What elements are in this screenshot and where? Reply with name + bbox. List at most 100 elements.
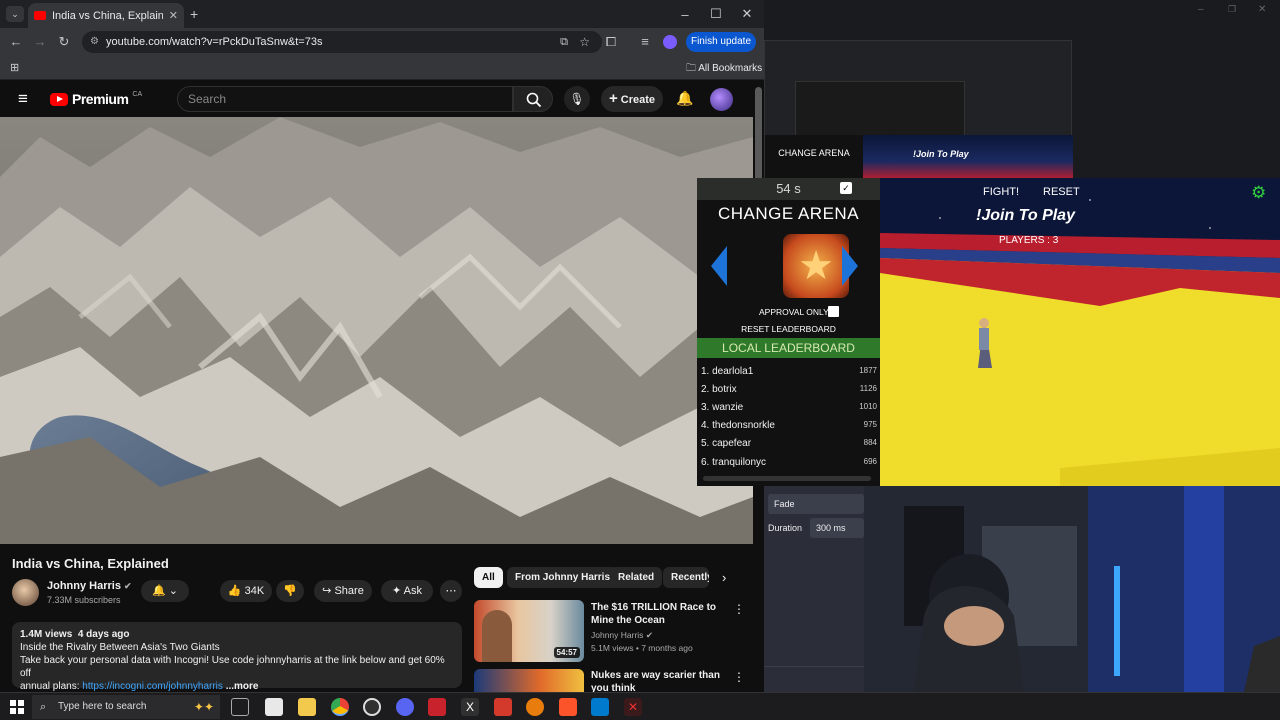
- chip-all[interactable]: All: [474, 567, 503, 588]
- windows-start-icon[interactable]: [10, 700, 24, 714]
- lb-name: 2. botrix: [701, 384, 737, 395]
- finish-update-button[interactable]: Finish update ⋮: [686, 32, 756, 67]
- chrome-icon[interactable]: [331, 698, 349, 716]
- rec-title[interactable]: Nukes are way scarier than you think: [591, 669, 731, 692]
- notifications-bell-icon[interactable]: 🔔: [676, 90, 693, 107]
- chip-related[interactable]: Related: [610, 567, 663, 588]
- install-icon[interactable]: ⧉: [560, 31, 568, 53]
- duration-input[interactable]: 300 ms: [810, 518, 864, 538]
- settings-gear-icon[interactable]: ⚙: [1251, 183, 1266, 203]
- voice-search-button[interactable]: 🎙: [564, 86, 590, 112]
- vscode-icon[interactable]: [591, 698, 609, 716]
- file-explorer-icon[interactable]: [298, 698, 316, 716]
- game-arena-scene: [880, 178, 1280, 486]
- like-count: 34K: [244, 585, 265, 597]
- forward-icon[interactable]: →: [31, 34, 49, 50]
- ask-button[interactable]: ✦ Ask: [381, 580, 433, 602]
- reload-icon[interactable]: ↻: [55, 34, 73, 50]
- address-bar[interactable]: ⚙ youtube.com/watch?v=rPckDuTaSnw&t=73s …: [82, 31, 602, 53]
- reset-leaderboard-button[interactable]: RESET LEADERBOARD: [697, 324, 880, 334]
- new-tab-button[interactable]: +: [190, 6, 198, 22]
- app-icon-1[interactable]: [265, 698, 283, 716]
- search-button[interactable]: [513, 86, 553, 112]
- tab-youtube[interactable]: India vs China, Explained - YouTube ✕: [28, 3, 184, 28]
- sparkle-icon: ✦: [391, 585, 402, 597]
- taskbar-search[interactable]: ⌕ Type here to search ✦✦: [32, 695, 220, 719]
- share-button[interactable]: ↪ Share: [314, 580, 372, 602]
- app-icon-red[interactable]: [428, 698, 446, 716]
- recommendations-panel: All From Johnny Harris Related Recently …: [466, 544, 764, 692]
- view-count: 1.4M views: [20, 629, 73, 640]
- apps-grid-icon[interactable]: ⊞: [10, 61, 19, 74]
- hamburger-menu-icon[interactable]: ≡: [18, 89, 28, 109]
- video-title: India vs China, Explained: [12, 556, 169, 571]
- minimize-icon[interactable]: –: [1198, 4, 1204, 15]
- close-window-icon[interactable]: ✕: [1258, 4, 1266, 15]
- arena-next-icon[interactable]: [842, 246, 858, 286]
- description-link[interactable]: https://incogni.com/johnnyharris: [82, 681, 223, 692]
- task-view-icon[interactable]: [231, 698, 249, 716]
- rec-menu-icon[interactable]: ⋮: [733, 602, 745, 616]
- thumbnail-person: [482, 610, 512, 662]
- video-thumbnail[interactable]: 54:57: [474, 600, 584, 662]
- rec-channel-label: Johnny Harris: [591, 630, 644, 640]
- search-input[interactable]: Search: [177, 86, 513, 112]
- create-button[interactable]: + Create: [601, 86, 663, 112]
- chip-from-channel[interactable]: From Johnny Harris: [507, 567, 619, 588]
- minimize-icon[interactable]: –: [670, 4, 700, 24]
- subscriber-count: 7.33M subscribers: [47, 595, 121, 605]
- description-line-2: Take back your personal data with Incogn…: [20, 655, 445, 679]
- tab-search-button[interactable]: ⌄: [6, 6, 24, 22]
- rec-title[interactable]: The $16 TRILLION Race to Mine the Ocean: [591, 601, 731, 627]
- microphone-icon: 🎙: [569, 92, 585, 106]
- leaderboard-scrollbar[interactable]: [703, 476, 871, 481]
- chip-recently[interactable]: Recently: [663, 567, 709, 588]
- approval-only-checkbox[interactable]: [828, 306, 839, 317]
- arena-prev-icon[interactable]: [711, 246, 727, 286]
- brave-icon[interactable]: [559, 698, 577, 716]
- channel-avatar[interactable]: [12, 579, 39, 606]
- video-player[interactable]: [0, 117, 753, 544]
- bookmark-star-icon[interactable]: ☆: [579, 31, 590, 53]
- youtube-logo[interactable]: Premium CA: [50, 91, 142, 107]
- windows-taskbar: ⌕ Type here to search ✦✦ X ✕: [0, 692, 1280, 720]
- maximize-icon[interactable]: ☐: [701, 4, 731, 24]
- reset-button[interactable]: RESET: [1043, 186, 1080, 198]
- app-icon-last[interactable]: ✕: [624, 698, 642, 716]
- subscribe-bell-button[interactable]: 🔔 ⌄: [141, 580, 189, 602]
- restore-icon[interactable]: ❐: [1228, 4, 1236, 15]
- description-box[interactable]: 1.4M views 4 days ago Inside the Rivalry…: [12, 622, 462, 692]
- discord-icon[interactable]: [396, 698, 414, 716]
- all-bookmarks-folder[interactable]: 🗀 All Bookmarks: [686, 61, 762, 78]
- media-icon[interactable]: ≡: [636, 34, 654, 50]
- account-avatar[interactable]: [710, 88, 733, 111]
- more-link[interactable]: ...more: [226, 681, 259, 692]
- region-code: CA: [132, 90, 143, 98]
- back-icon[interactable]: ←: [7, 34, 25, 50]
- site-info-icon[interactable]: ⚙: [90, 31, 99, 53]
- channel-name[interactable]: Johnny Harris ✔: [47, 580, 132, 592]
- like-button[interactable]: 👍 34K: [220, 580, 272, 602]
- video-thumbnail[interactable]: [474, 669, 584, 692]
- close-window-icon[interactable]: ✕: [732, 4, 762, 24]
- app-icon-x[interactable]: X: [461, 698, 479, 716]
- chevron-right-icon[interactable]: ›: [722, 570, 726, 585]
- close-tab-icon[interactable]: ✕: [169, 9, 178, 22]
- extensions-icon[interactable]: ⧠: [602, 34, 620, 50]
- leaderboard-row: 5. capefear 884: [697, 435, 880, 453]
- dislike-button[interactable]: 👎: [276, 580, 304, 602]
- timer-checkbox[interactable]: ✓: [840, 182, 852, 194]
- transition-select[interactable]: Fade: [768, 494, 864, 514]
- rec-menu-icon[interactable]: ⋮: [733, 670, 745, 684]
- blender-icon[interactable]: [526, 698, 544, 716]
- more-actions-button[interactable]: ⋯: [440, 580, 462, 602]
- description-line-3: annual plans:: [20, 681, 83, 692]
- change-arena-title: CHANGE ARENA: [717, 204, 860, 223]
- lb-name: 6. tranquilonyc: [701, 457, 767, 468]
- lb-name: 4. thedonsnorkle: [701, 420, 775, 431]
- app-icon-shield[interactable]: [494, 698, 512, 716]
- video-frame-mountains: [0, 117, 753, 544]
- fight-button[interactable]: FIGHT!: [983, 186, 1019, 198]
- obs-icon[interactable]: [363, 698, 381, 716]
- profile-avatar[interactable]: [663, 35, 677, 49]
